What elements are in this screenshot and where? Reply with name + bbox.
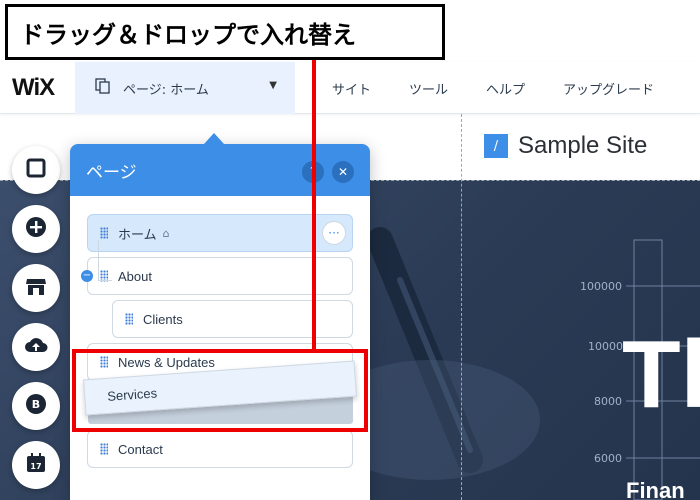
add-button[interactable] <box>12 205 60 253</box>
annotation-title-text: ドラッグ＆ドロップで入れ替え <box>20 20 356 49</box>
close-button[interactable]: ✕ <box>332 161 354 183</box>
background-button[interactable] <box>12 146 60 194</box>
collapse-icon[interactable]: − <box>81 270 93 282</box>
annotation-highlight-box <box>72 349 368 432</box>
cloud-upload-icon <box>24 335 48 359</box>
page-item-label: Clients <box>143 311 183 327</box>
store-icon <box>25 276 47 300</box>
chart-tick: 100000 <box>580 280 622 293</box>
page-selector[interactable]: ページ: ホーム ▼ <box>75 62 295 114</box>
chevron-down-icon: ▼ <box>269 80 277 91</box>
site-logo: / <box>484 134 508 158</box>
menu-item-upgrade[interactable]: アップグレード <box>563 79 654 98</box>
home-icon: ⌂ <box>162 226 170 240</box>
tree-connector <box>98 280 112 281</box>
calendar-icon: 17 <box>25 452 47 478</box>
annotation-title: ドラッグ＆ドロップで入れ替え <box>5 4 445 60</box>
tool-rail: B 17 <box>12 146 60 500</box>
plus-circle-icon <box>25 216 47 242</box>
page-item-label: ホーム <box>118 226 157 242</box>
page-selector-label: ページ: ホーム <box>123 82 209 98</box>
app-market-button[interactable] <box>12 264 60 312</box>
page-item-clients[interactable]: Clients <box>112 300 353 338</box>
svg-text:B: B <box>32 398 40 411</box>
blog-icon: B <box>25 393 47 419</box>
section-guide-vertical <box>461 114 462 500</box>
panel-pointer <box>204 133 224 144</box>
hero-subheading: Finan <box>626 478 685 500</box>
page-item-label: About <box>118 268 152 284</box>
page-item-label: Contact <box>118 441 163 457</box>
menu-item-tools[interactable]: ツール <box>409 79 448 98</box>
pages-panel-title: ページ <box>86 162 137 183</box>
more-options-button[interactable]: ··· <box>322 221 346 245</box>
pages-panel: ページ ? ✕ ホーム ⌂ ··· − About Clients News &… <box>70 144 370 500</box>
pages-panel-header: ページ ? ✕ <box>70 144 370 196</box>
tree-connector <box>98 240 99 280</box>
site-header[interactable]: / Sample Site <box>484 132 647 160</box>
site-name: Sample Site <box>518 132 648 159</box>
top-menu: サイト ツール ヘルプ アップグレード <box>312 62 692 114</box>
drag-handle-icon[interactable] <box>100 443 108 455</box>
pages-icon <box>95 78 111 98</box>
square-icon <box>26 158 46 182</box>
page-item-contact[interactable]: Contact <box>87 430 353 468</box>
annotation-line <box>312 60 316 350</box>
editor-topbar: WiX ページ: ホーム ▼ サイト ツール ヘルプ アップグレード <box>0 62 700 114</box>
drag-handle-icon[interactable] <box>100 227 108 239</box>
chart-tick: 6000 <box>594 452 622 465</box>
bookings-button[interactable]: 17 <box>12 441 60 489</box>
chart-tick: 10000 <box>588 340 623 353</box>
chart-tick: 8000 <box>594 395 622 408</box>
menu-item-help[interactable]: ヘルプ <box>486 79 525 98</box>
drag-handle-icon[interactable] <box>125 313 133 325</box>
hero-heading: Th <box>622 321 700 428</box>
wix-logo[interactable]: WiX <box>12 74 55 102</box>
menu-item-site[interactable]: サイト <box>332 79 371 98</box>
blog-button[interactable]: B <box>12 382 60 430</box>
svg-text:17: 17 <box>30 462 41 471</box>
upload-button[interactable] <box>12 323 60 371</box>
